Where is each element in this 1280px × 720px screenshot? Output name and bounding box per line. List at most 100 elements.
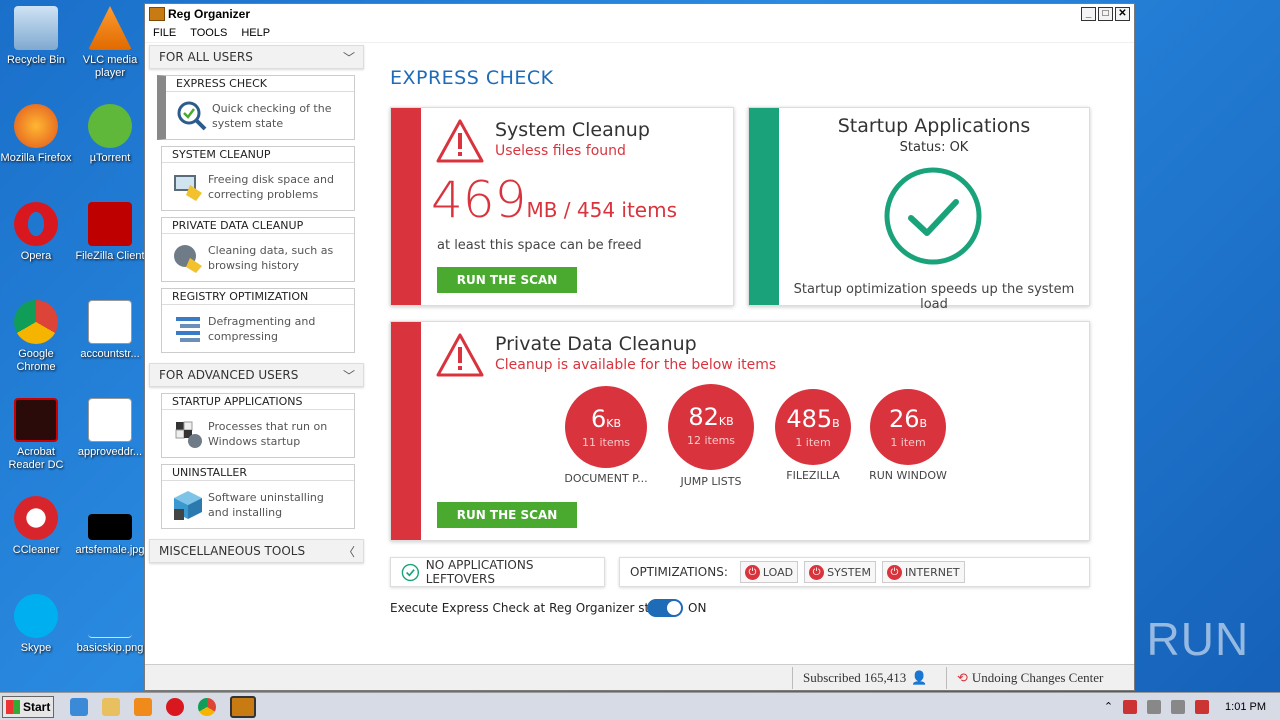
desktop-icon-skype[interactable]: Skype bbox=[0, 594, 72, 655]
desktop-icon-acrobat[interactable]: Acrobat Reader DC bbox=[0, 398, 72, 472]
chevron-down-icon: ﹀ bbox=[342, 50, 355, 65]
sidebar-item-startup-applications[interactable]: STARTUP APPLICATIONS Processes that run … bbox=[161, 393, 355, 458]
section-for-advanced-users[interactable]: FOR ADVANCED USERS ﹀ bbox=[149, 363, 364, 387]
undo-changes-center[interactable]: ⟲ Undoing Changes Center bbox=[946, 666, 1134, 689]
registry-icon bbox=[176, 316, 200, 342]
chrome-icon[interactable] bbox=[198, 697, 216, 716]
desktop-icon-word-doc-1[interactable]: accountstr... bbox=[74, 300, 146, 361]
ie-icon[interactable] bbox=[70, 697, 88, 716]
sidebar-item-private-data-cleanup[interactable]: PRIVATE DATA CLEANUP Cleaning data, such… bbox=[161, 217, 355, 282]
window-title: Reg Organizer bbox=[168, 7, 251, 21]
image-file-icon bbox=[88, 514, 132, 540]
run-scan-button[interactable]: RUN THE SCAN bbox=[437, 267, 577, 293]
page-title: EXPRESS CHECK bbox=[390, 67, 554, 89]
security-icon[interactable] bbox=[1195, 699, 1210, 714]
section-for-all-users[interactable]: FOR ALL USERS ﹀ bbox=[149, 45, 364, 69]
desktop-icon-chrome[interactable]: Google Chrome bbox=[0, 300, 72, 374]
status-stripe-red bbox=[391, 322, 421, 540]
start-button[interactable]: Start bbox=[2, 695, 54, 718]
network-icon[interactable] bbox=[1147, 699, 1162, 714]
check-circle-icon bbox=[401, 563, 420, 581]
power-icon: ⏻ bbox=[744, 564, 760, 580]
recycle-bin-icon bbox=[14, 6, 58, 50]
system-cleanup-icon bbox=[174, 174, 202, 201]
firefox-icon bbox=[14, 104, 58, 148]
user-icon: 👤 bbox=[911, 669, 928, 685]
title-bar[interactable]: Reg Organizer _ □ ✕ bbox=[145, 4, 1134, 24]
desktop-icon-opera[interactable]: Opera bbox=[0, 202, 72, 263]
desktop-icon-word-doc-2[interactable]: approveddr... bbox=[74, 398, 146, 459]
utorrent-icon bbox=[88, 104, 132, 148]
private-data-cleanup-panel: Private Data Cleanup Cleanup is availabl… bbox=[390, 321, 1090, 541]
sidebar-item-registry-optimization[interactable]: REGISTRY OPTIMIZATION Defragmenting and c… bbox=[161, 288, 355, 353]
desktop-icon-vlc[interactable]: VLC media player bbox=[74, 6, 146, 80]
startup-status: Status: OK bbox=[899, 140, 969, 155]
sidebar-item-express-check[interactable]: EXPRESS CHECK Quick checking of the syste… bbox=[157, 75, 355, 140]
desktop-icon-ccleaner[interactable]: CCleaner bbox=[0, 496, 72, 557]
close-button[interactable]: ✕ bbox=[1115, 7, 1130, 21]
startup-applications-panel: Startup Applications Status: OK Startup … bbox=[748, 107, 1090, 312]
bubble-jump-lists[interactable]: 82KB 12 items bbox=[668, 384, 754, 470]
section-miscellaneous-tools[interactable]: MISCELLANEOUS TOOLS 〈 bbox=[149, 539, 364, 563]
subscribed-counter[interactable]: Subscribed 165,413 👤 bbox=[792, 666, 946, 689]
bubble-label-run-window: RUN WINDOW bbox=[869, 469, 947, 482]
explorer-icon[interactable] bbox=[102, 697, 120, 716]
sidebar-item-uninstaller[interactable]: UNINSTALLER Software uninstalling and ins… bbox=[161, 464, 355, 529]
menu-file[interactable]: FILE bbox=[153, 27, 176, 39]
desktop-icon-utorrent[interactable]: µTorrent bbox=[74, 104, 146, 165]
windows-flag-icon bbox=[6, 699, 20, 714]
maximize-button[interactable]: □ bbox=[1098, 7, 1113, 21]
bubble-label-jump-lists: JUMP LISTS bbox=[680, 475, 742, 488]
menu-bar: FILE TOOLS HELP bbox=[145, 24, 1134, 42]
opera-icon[interactable] bbox=[166, 697, 184, 716]
desktop-icon-recycle-bin[interactable]: Recycle Bin bbox=[0, 6, 72, 67]
skype-icon bbox=[14, 594, 58, 638]
bubble-run-window[interactable]: 26B 1 item bbox=[870, 389, 946, 465]
bubble-document-p[interactable]: 6KB 11 items bbox=[565, 386, 647, 468]
status-bar: Subscribed 165,413 👤 ⟲ Undoing Changes C… bbox=[145, 664, 1134, 690]
optimization-internet-button[interactable]: ⏻ INTERNET bbox=[881, 561, 965, 583]
cleanup-note: at least this space can be freed bbox=[437, 238, 642, 253]
private-data-title: Private Data Cleanup bbox=[495, 333, 697, 355]
minimize-button[interactable]: _ bbox=[1081, 7, 1096, 21]
leftovers-box: NO APPLICATIONS LEFTOVERS bbox=[390, 557, 605, 587]
bubble-filezilla[interactable]: 485B 1 item bbox=[775, 389, 851, 465]
vlc-icon bbox=[88, 6, 132, 50]
optimization-system-button[interactable]: ⏻ SYSTEM bbox=[804, 561, 876, 583]
warning-icon bbox=[436, 119, 484, 163]
run-scan-button[interactable]: RUN THE SCAN bbox=[437, 502, 577, 528]
reg-organizer-app-icon bbox=[149, 7, 165, 21]
undo-icon: ⟲ bbox=[957, 669, 968, 685]
status-stripe-red bbox=[391, 108, 421, 305]
taskbar: Start ⌃ 1:01 PM bbox=[0, 692, 1280, 720]
system-cleanup-title: System Cleanup bbox=[495, 119, 650, 141]
express-check-startup-toggle[interactable] bbox=[647, 599, 683, 617]
desktop-icon-firefox[interactable]: Mozilla Firefox bbox=[0, 104, 72, 165]
desktop-icon-png-file[interactable]: basicskip.png bbox=[74, 594, 146, 655]
globe-broom-icon bbox=[174, 244, 202, 273]
anyrun-watermark: ANY RUN bbox=[1036, 613, 1250, 665]
sidebar-item-system-cleanup[interactable]: SYSTEM CLEANUP Freeing disk space and cor… bbox=[161, 146, 355, 211]
volume-icon[interactable] bbox=[1171, 699, 1186, 714]
reg-organizer-taskbar-icon[interactable] bbox=[230, 695, 256, 718]
sidebar: FOR ALL USERS ﹀ EXPRESS CHECK Quick chec… bbox=[149, 43, 364, 664]
main-panel: EXPRESS CHECK System Cleanup Useless fil… bbox=[390, 43, 1134, 664]
clock[interactable]: 1:01 PM bbox=[1225, 701, 1266, 713]
media-player-icon[interactable] bbox=[134, 697, 152, 716]
menu-tools[interactable]: TOOLS bbox=[190, 27, 227, 39]
uninstaller-box-icon bbox=[174, 490, 202, 520]
action-center-icon[interactable] bbox=[1123, 699, 1138, 714]
menu-help[interactable]: HELP bbox=[241, 27, 270, 39]
word-document-icon bbox=[88, 300, 132, 344]
optimization-load-button[interactable]: ⏻ LOAD bbox=[739, 561, 799, 583]
tray-expand-icon[interactable]: ⌃ bbox=[1104, 700, 1113, 713]
ccleaner-icon bbox=[14, 496, 58, 540]
window-controls: _ □ ✕ bbox=[1081, 7, 1134, 21]
toggle-state: ON bbox=[688, 601, 707, 615]
chevron-down-icon: ﹀ bbox=[342, 368, 355, 383]
cleanup-size: 469MB / 454 items bbox=[431, 171, 678, 229]
desktop-icon-filezilla[interactable]: FileZilla Client bbox=[74, 202, 146, 263]
startup-note: Startup optimization speeds up the syste… bbox=[793, 282, 1075, 312]
desktop-icon-image-file[interactable]: artsfemale.jpg bbox=[74, 496, 146, 557]
power-icon: ⏻ bbox=[886, 564, 902, 580]
